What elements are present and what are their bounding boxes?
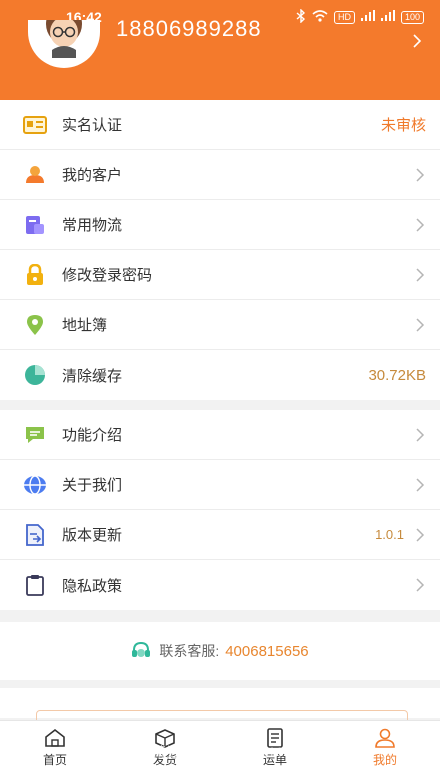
- tab-label: 运单: [262, 753, 287, 767]
- globe-icon: [22, 472, 48, 498]
- customer-icon: [22, 162, 48, 188]
- menu-item-label: 功能介绍: [62, 427, 123, 444]
- chevron-right-icon: [416, 217, 425, 232]
- menu-item-label: 实名认证: [62, 117, 123, 134]
- partial-card: [0, 688, 440, 730]
- profile-header[interactable]: 18806989288: [0, 16, 440, 100]
- headset-icon: [132, 641, 151, 657]
- pie-icon: [22, 362, 48, 388]
- menu-item-change-password[interactable]: 修改登录密码: [0, 250, 440, 300]
- tab-waybill[interactable]: 运单: [220, 721, 330, 775]
- tab-label: 发货: [152, 753, 177, 767]
- status-icons: HD 100: [296, 7, 424, 26]
- menu-item-clear-cache[interactable]: 清除缓存 30.72KB: [0, 350, 440, 400]
- menu-item-address-book[interactable]: 地址簿: [0, 300, 440, 350]
- chevron-right-icon: [416, 427, 425, 442]
- menu-item-real-name[interactable]: 实名认证 未审核: [0, 100, 440, 150]
- tab-home[interactable]: 首页: [0, 721, 110, 775]
- menu-item-label: 关于我们: [62, 477, 123, 494]
- bluetooth-icon: [296, 7, 306, 26]
- customer-service-contact[interactable]: 联系客服: 4006815656: [0, 622, 440, 680]
- menu-item-version-update[interactable]: 版本更新 1.0.1: [0, 510, 440, 560]
- box-icon: [155, 729, 175, 748]
- bottom-tab-bar: 首页 发货 运单 我的: [0, 720, 440, 775]
- hd-badge: HD: [333, 10, 355, 24]
- tab-label: 我的: [372, 753, 397, 767]
- menu-item-label: 版本更新: [62, 527, 123, 544]
- id-card-icon: [22, 112, 48, 138]
- chevron-right-icon[interactable]: [412, 34, 422, 48]
- about-list: 功能介绍 关于我们 版本更新 1.0.1 隐私政策: [0, 410, 440, 610]
- home-icon: [45, 728, 65, 747]
- chevron-right-icon: [416, 167, 425, 182]
- contact-label: 联系客服:: [159, 643, 220, 659]
- account-phone: 18806989288: [116, 16, 262, 41]
- cache-size: 30.72KB: [368, 366, 426, 384]
- menu-item-privacy-policy[interactable]: 隐私政策: [0, 560, 440, 610]
- waybill-icon: [267, 728, 283, 748]
- lock-icon: [22, 262, 48, 288]
- signal-icon-2: [380, 10, 395, 24]
- chat-icon: [22, 422, 48, 448]
- avatar[interactable]: [28, 20, 100, 68]
- battery-indicator: 100: [400, 10, 424, 24]
- contact-phone[interactable]: 4006815656: [225, 643, 308, 660]
- menu-item-label: 我的客户: [62, 167, 123, 184]
- menu-item-label: 地址簿: [62, 317, 108, 334]
- app-version: 1.0.1: [375, 527, 404, 542]
- document-icon: [22, 522, 48, 548]
- menu-item-my-customers[interactable]: 我的客户: [0, 150, 440, 200]
- chevron-right-icon: [416, 527, 425, 542]
- menu-item-label: 清除缓存: [62, 367, 123, 385]
- chevron-right-icon: [416, 267, 425, 282]
- account-settings-list: 实名认证 未审核 我的客户 常用物流 修改登录密码 地址簿 清除缓存 30.72…: [0, 100, 440, 400]
- chevron-right-icon: [416, 317, 425, 332]
- avatar-face-icon: [46, 20, 82, 58]
- menu-item-label: 隐私政策: [62, 577, 123, 595]
- menu-item-features[interactable]: 功能介绍: [0, 410, 440, 460]
- chevron-right-icon: [416, 578, 425, 592]
- chevron-right-icon: [416, 477, 425, 492]
- menu-item-label: 修改登录密码: [62, 267, 153, 284]
- tab-ship[interactable]: 发货: [110, 721, 220, 775]
- menu-item-label: 常用物流: [62, 217, 123, 234]
- wifi-icon: [312, 9, 328, 25]
- menu-item-about-us[interactable]: 关于我们: [0, 460, 440, 510]
- clipboard-icon: [22, 572, 48, 598]
- signal-icon: [360, 10, 375, 24]
- tab-mine[interactable]: 我的: [330, 721, 440, 775]
- verification-status: 未审核: [380, 117, 426, 134]
- location-icon: [22, 312, 48, 338]
- user-icon: [375, 728, 395, 748]
- menu-item-common-logistics[interactable]: 常用物流: [0, 200, 440, 250]
- tab-label: 首页: [42, 753, 67, 767]
- logistics-icon: [22, 212, 48, 238]
